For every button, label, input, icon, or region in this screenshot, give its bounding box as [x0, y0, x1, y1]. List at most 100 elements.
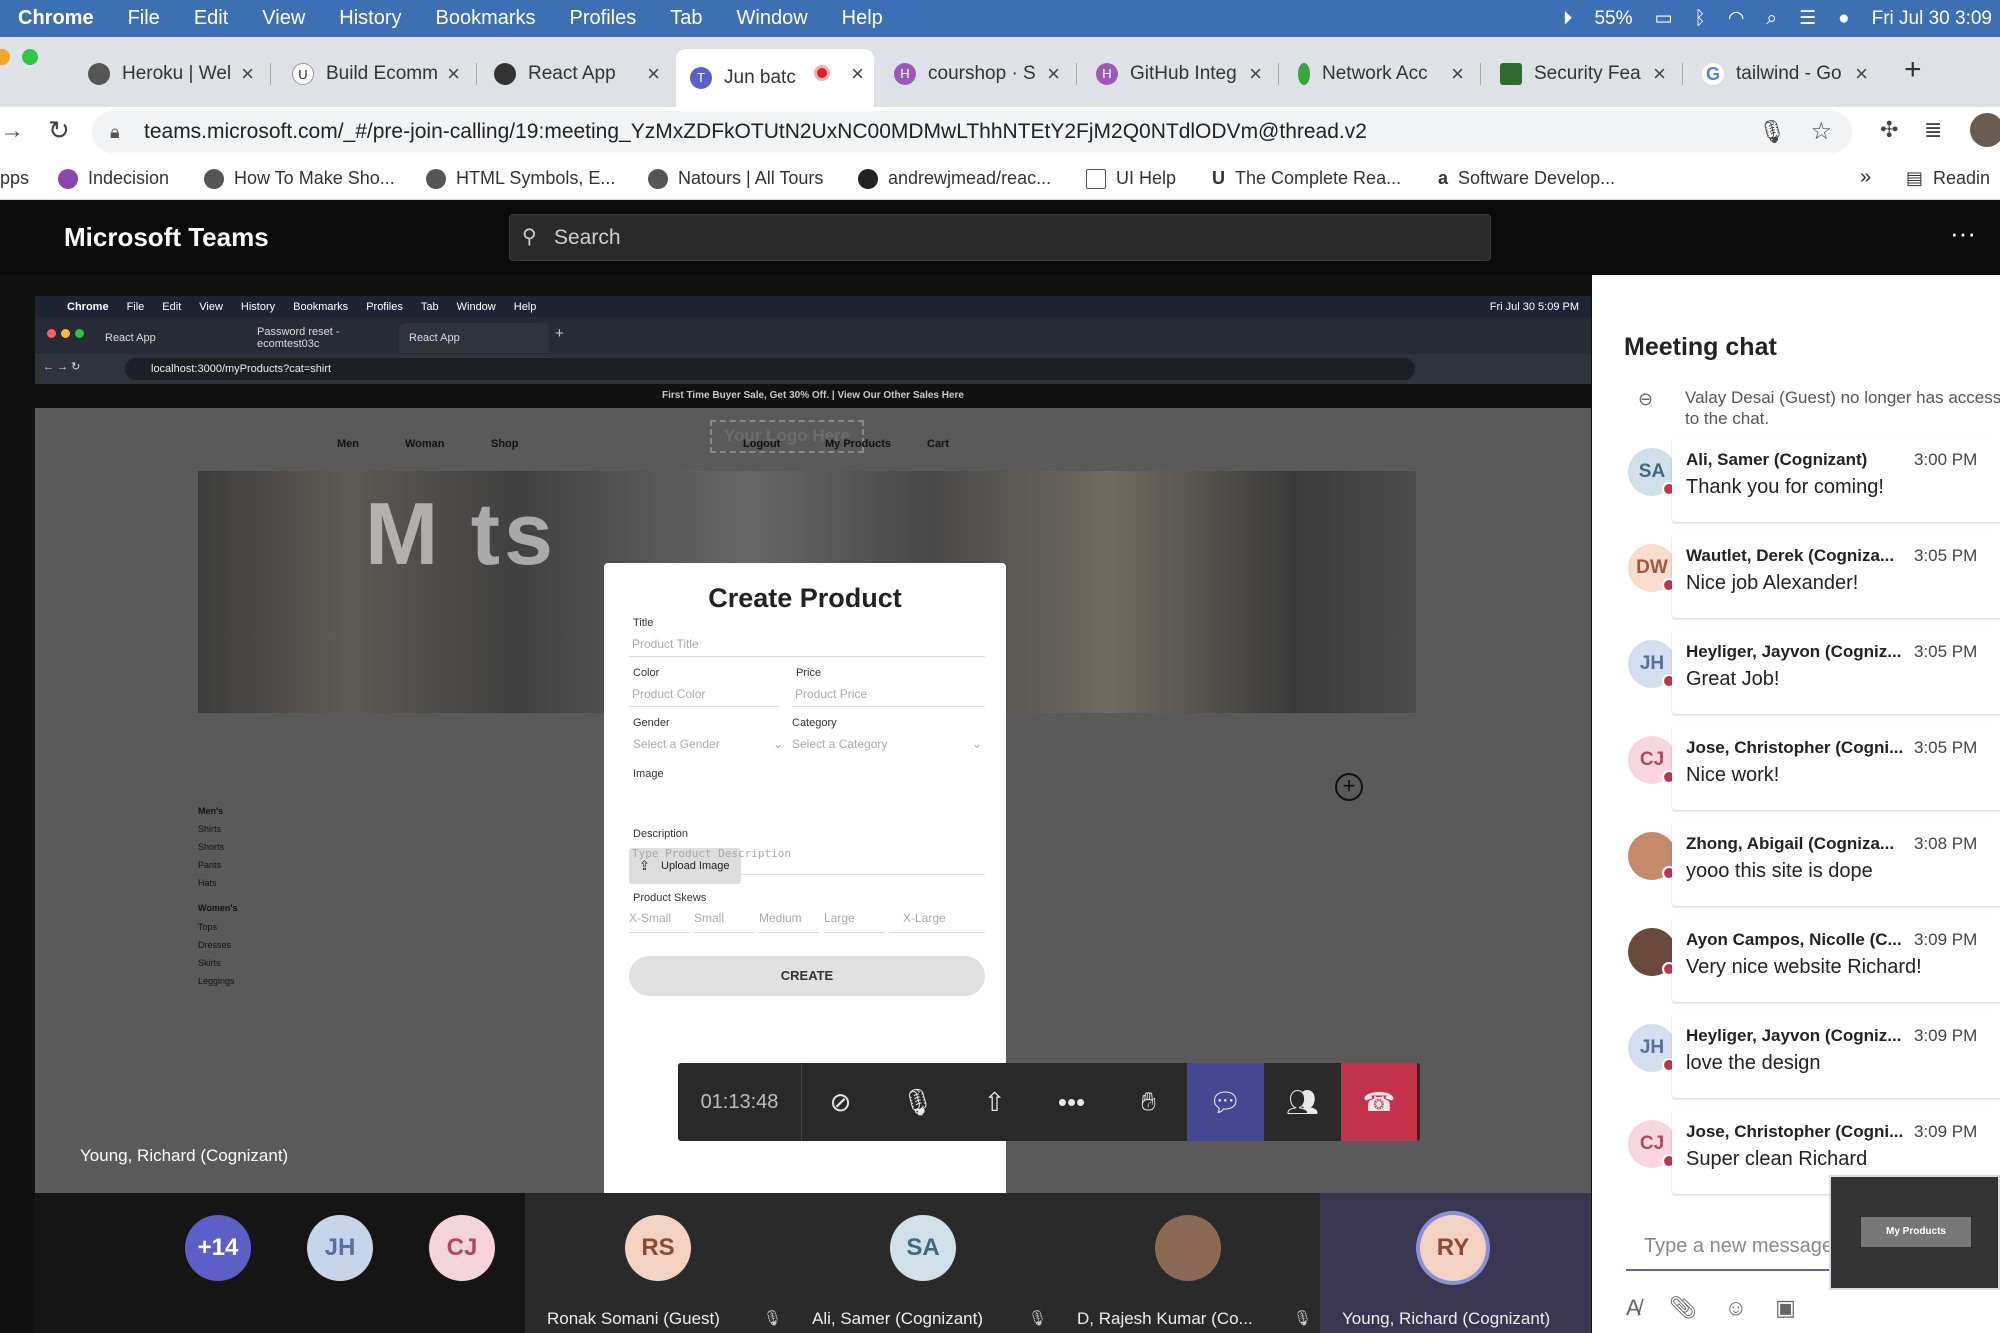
participant-tile[interactable]: SA Ali, Samer (Cognizant) 🎙︎ — [790, 1193, 1055, 1333]
tab-react-app[interactable]: React App × — [480, 53, 670, 95]
media-icon[interactable]: ⏵ — [1563, 8, 1573, 30]
bookmark-star-icon[interactable]: ☆ — [1810, 111, 1832, 153]
emoji-icon[interactable]: ☺ — [1725, 1295, 1747, 1321]
show-chat-button[interactable]: 💬︎ — [1187, 1063, 1264, 1141]
close-tab-icon[interactable]: × — [447, 61, 460, 87]
menu-tab[interactable]: Tab — [670, 7, 702, 30]
category-label: Category — [792, 717, 837, 729]
menu-help[interactable]: Help — [842, 7, 883, 30]
bookmark-complete-react[interactable]: U The Complete Rea... — [1212, 168, 1401, 189]
reading-list-icon[interactable]: ≣ — [1924, 117, 1942, 143]
raise-hand-button[interactable]: ✋︎ — [1110, 1063, 1187, 1141]
participant-tile-active[interactable]: RY Young, Richard (Cognizant) — [1320, 1193, 1591, 1333]
participants-button[interactable]: 👥︎ — [1264, 1063, 1341, 1141]
close-tab-icon[interactable]: × — [1047, 61, 1060, 87]
menu-app-chrome[interactable]: Chrome — [18, 7, 94, 30]
address-bar[interactable]: 🔒︎ teams.microsoft.com/_#/pre-join-calli… — [92, 111, 1852, 153]
clock[interactable]: Fri Jul 30 3:09 — [1872, 8, 1992, 30]
tab-network-access[interactable]: Network Acc × — [1284, 53, 1474, 95]
tab-heroku[interactable]: Heroku | Wel × — [74, 53, 264, 95]
bookmark-how-to-make[interactable]: How To Make Sho... — [204, 168, 395, 189]
menu-window[interactable]: Window — [737, 7, 808, 30]
close-tab-icon[interactable]: × — [1855, 61, 1868, 87]
mute-button[interactable]: 🎙︎ — [879, 1063, 956, 1141]
reading-list[interactable]: ▤ Readin — [1906, 168, 1990, 189]
message-time: 3:08 PM — [1914, 834, 1978, 853]
size-input: Large — [824, 911, 884, 933]
chat-message: JH Heyliger, Jayvon (Cogniz... 3:05 PM G… — [1592, 630, 2000, 720]
attach-icon[interactable]: 📎︎ — [1669, 1295, 1697, 1321]
bookmark-apps[interactable]: pps — [0, 168, 29, 189]
search-input[interactable]: ⚲ Search — [509, 214, 1491, 261]
participant-name: Ronak Somani (Guest) — [547, 1309, 720, 1328]
hang-up-button[interactable]: ☎︎ — [1341, 1063, 1417, 1141]
camera-off-icon: ⊘ — [829, 1086, 852, 1117]
microphone-icon[interactable]: 🎙︎ — [1758, 111, 1786, 153]
site-nav-logout: Logout — [743, 438, 781, 450]
bookmark-label: HTML Symbols, E... — [456, 168, 616, 188]
bookmark-html-symbols[interactable]: HTML Symbols, E... — [426, 168, 615, 189]
forward-icon[interactable]: → — [0, 117, 24, 145]
tab-courshop[interactable]: Hcourshop · S × — [880, 53, 1070, 95]
participant-avatar[interactable]: CJ — [429, 1215, 495, 1281]
bookmark-andrewjmead[interactable]: andrewjmead/reac... — [858, 168, 1051, 189]
extensions-icon[interactable]: ✣ — [1880, 117, 1898, 143]
close-tab-icon[interactable]: × — [1249, 61, 1262, 87]
shared-screen-preview[interactable]: My Products — [1829, 1175, 2000, 1290]
menu-edit[interactable]: Edit — [194, 7, 228, 30]
message-time: 3:09 PM — [1914, 1026, 1978, 1045]
menu-profiles[interactable]: Profiles — [570, 7, 637, 30]
side-category-item: Pants — [198, 860, 222, 870]
reload-icon[interactable]: ↻ — [48, 115, 70, 146]
tab-tailwind-google[interactable]: Gtailwind - Go × — [1688, 53, 1878, 95]
shared-close-dot — [47, 329, 56, 338]
shared-tab-label: React App — [105, 332, 156, 344]
tab-security-features[interactable]: Security Fea × — [1486, 53, 1676, 95]
close-tab-icon[interactable]: × — [1653, 61, 1666, 87]
close-tab-icon[interactable]: × — [1451, 61, 1464, 87]
site-nav-cart: Cart — [927, 438, 950, 450]
participant-tile[interactable]: D, Rajesh Kumar (Co... 🎙︎ — [1055, 1193, 1320, 1333]
teams-app-title: Microsoft Teams — [64, 222, 269, 252]
more-actions-button[interactable]: ••• — [1033, 1063, 1110, 1141]
more-bookmarks-chevron-icon[interactable]: » — [1860, 166, 1871, 189]
tab-build-ecomm[interactable]: U Build Ecomm × — [278, 53, 470, 95]
bookmark-natours[interactable]: Natours | All Tours — [648, 168, 823, 189]
teams-favicon: T — [690, 67, 712, 89]
battery-icon[interactable]: ▭ — [1654, 7, 1672, 30]
spotlight-icon[interactable]: ⌕ — [1766, 8, 1777, 30]
category-placeholder: Select a Category — [792, 737, 888, 751]
sticker-icon[interactable]: ▣ — [1775, 1295, 1796, 1321]
bookmark-ui-help[interactable]: UI Help — [1086, 168, 1176, 189]
tab-teams-meeting[interactable]: T Jun batc × — [676, 49, 874, 107]
close-tab-icon[interactable]: × — [851, 61, 864, 87]
more-options-icon[interactable]: ··· — [1950, 218, 1976, 249]
menu-bookmarks[interactable]: Bookmarks — [436, 7, 536, 30]
heroku-favicon: H — [894, 63, 916, 85]
format-icon[interactable]: A̸ — [1626, 1295, 1641, 1321]
call-controls: 01:13:48 ⊘ 🎙︎ ⇧ ••• ✋︎ 💬︎ 👥︎ ☎︎ — [678, 1063, 1420, 1141]
siri-icon[interactable]: ● — [1838, 8, 1849, 30]
participant-avatar[interactable]: JH — [307, 1215, 373, 1281]
participant-tile[interactable]: RS Ronak Somani (Guest) 🎙︎ — [525, 1193, 790, 1333]
close-tab-icon[interactable]: × — [241, 61, 254, 87]
camera-off-button[interactable]: ⊘ — [802, 1063, 879, 1141]
window-minimize-button[interactable] — [0, 49, 10, 65]
close-tab-icon[interactable]: × — [647, 61, 660, 87]
menu-file[interactable]: File — [128, 7, 160, 30]
tab-github-integ[interactable]: H GitHub Integ × — [1082, 53, 1272, 95]
share-screen-button[interactable]: ⇧ — [956, 1063, 1033, 1141]
control-center-icon[interactable]: ☰ — [1799, 7, 1816, 30]
muted-icon: 🎙︎ — [1293, 1310, 1313, 1327]
profile-avatar[interactable] — [1970, 113, 2000, 147]
bookmark-software-develop[interactable]: a Software Develop... — [1438, 168, 1615, 189]
github-icon — [858, 168, 878, 189]
bookmark-indecision[interactable]: Indecision — [58, 168, 169, 189]
bluetooth-icon[interactable]: ᛒ — [1694, 8, 1705, 30]
menu-view[interactable]: View — [262, 7, 305, 30]
menu-history[interactable]: History — [339, 7, 401, 30]
new-tab-icon[interactable]: + — [1904, 53, 1922, 87]
overflow-count-avatar[interactable]: +14 — [185, 1215, 251, 1281]
wifi-icon[interactable]: ◠ — [1728, 7, 1745, 30]
window-zoom-button[interactable] — [22, 49, 38, 65]
